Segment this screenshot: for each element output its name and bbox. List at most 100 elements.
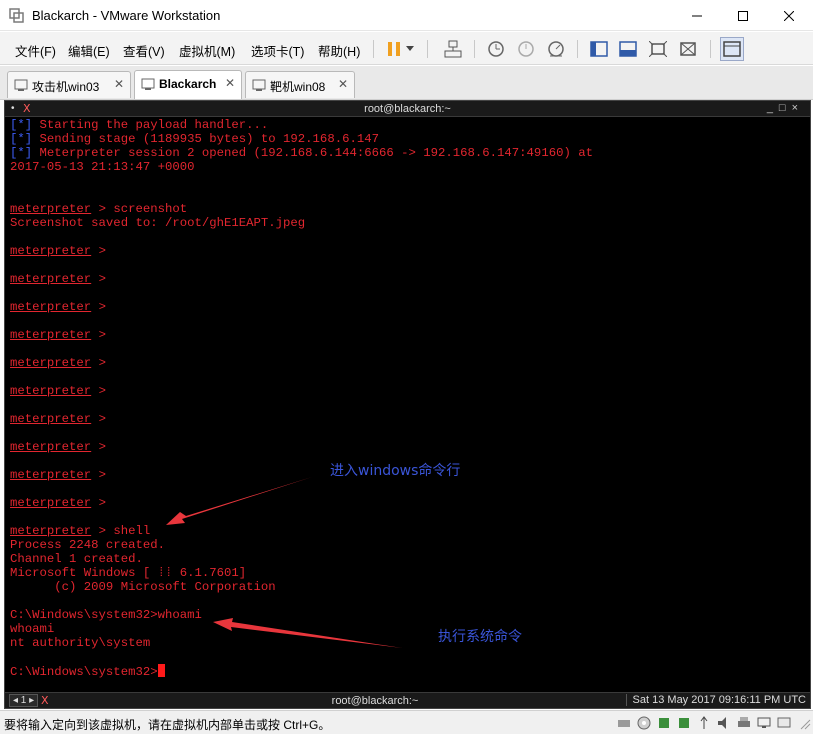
network-adapter-icon[interactable] [657,716,671,730]
show-library-button[interactable] [588,38,610,60]
menu-tabs[interactable]: 选项卡(T) [251,41,304,60]
cd-rom-icon[interactable] [637,716,651,730]
line-text: Sending stage (1189935 bytes) to 192.168… [32,132,379,146]
pause-icon [388,42,400,56]
sound-icon[interactable] [717,716,731,730]
annotation-exec-cmd: 执行系统命令 [438,629,522,645]
terminal-line: meterpreter > shell [10,524,805,538]
line-text: C:\Windows\system32>whoami [10,608,202,622]
meterpreter-prompt: meterpreter [10,468,92,482]
terminal-line: meterpreter > [10,356,805,370]
terminal-line: meterpreter > [10,440,805,454]
status-message: 要将输入定向到该虚拟机，请在虚拟机内部单击或按 Ctrl+G。 [4,718,331,732]
meterpreter-prompt: meterpreter [10,384,92,398]
toolbar-separator [577,40,578,58]
menu-edit[interactable]: 编辑(E) [68,41,110,60]
maximize-button[interactable] [720,0,766,31]
pause-button[interactable] [383,38,405,60]
clock: Sat 13 May 2017 09:16:11 PM UTC [625,694,806,706]
minimize-icon [692,15,702,16]
terminal-line: C:\Windows\system32> [10,664,805,679]
snapshot-button[interactable] [485,38,507,60]
display-icon[interactable] [757,716,771,730]
terminal-title: root@blackarch:~ [364,103,451,115]
minimize-button[interactable] [674,0,720,31]
meterpreter-prompt: meterpreter [10,412,92,426]
line-text: Screenshot saved to: /root/ghE1EAPT.jpeg [10,216,306,230]
thumbnail-bar-button[interactable] [617,38,639,60]
hard-disk-icon[interactable] [617,716,631,730]
power-dropdown-button[interactable] [403,38,417,60]
meterpreter-prompt: meterpreter [10,272,92,286]
menu-view[interactable]: 查看(V) [123,41,165,60]
terminal-output[interactable]: [*] Starting the payload handler... [*] S… [10,118,805,693]
full-screen-button[interactable] [647,38,669,60]
send-ctrl-alt-del-button[interactable] [442,38,464,60]
close-tab-icon[interactable]: ✕ [225,76,235,90]
line-text: Microsoft Windows [ ⁞⁞ 6.1.7601] [10,566,247,580]
sidebar-view-icon [590,41,608,57]
usb-icon[interactable] [697,716,711,730]
network-icon [444,40,462,58]
tab-label: 攻击机win03 [32,80,100,94]
console-view-icon [619,41,637,57]
unity-button[interactable] [677,38,699,60]
meterpreter-prompt: meterpreter [10,244,92,258]
terminal-line: meterpreter > [10,384,805,398]
line-text: whoami [10,622,55,636]
text-cursor [157,664,165,677]
printer-icon[interactable] [737,716,751,730]
vm-console[interactable]: • Ⅹ root@blackarch:~ _□× [*] Starting th… [4,100,811,709]
terminal-window-controls[interactable]: _□× [767,102,804,114]
status-marker: [*] [10,146,33,160]
line-text: 2017-05-13 21:13:47 +0000 [10,160,195,174]
window-title: Blackarch - VMware Workstation [32,8,221,23]
vm-icon [141,78,155,90]
tab-blackarch[interactable]: Blackarch ✕ [134,70,242,99]
terminal-line: Screenshot saved to: /root/ghE1EAPT.jpeg [10,216,805,230]
terminal-line: 2017-05-13 21:13:47 +0000 [10,160,805,174]
command-text: > [91,356,106,370]
terminal-bottom-bar: ◂ 1 ▸ Ⅹ root@blackarch:~ Sat 13 May 2017… [5,692,810,708]
status-marker: [*] [10,132,33,146]
menu-file[interactable]: 文件(F) [15,41,56,60]
terminal-line: Process 2248 created. [10,538,805,552]
fullscreen-icon [649,41,667,57]
terminal-line: meterpreter > [10,328,805,342]
close-tab-icon[interactable]: ✕ [338,77,348,91]
command-text: > [91,496,106,510]
menu-help[interactable]: 帮助(H) [318,41,360,60]
close-button[interactable] [766,0,812,31]
console-view-button[interactable] [720,37,744,61]
toolbar-separator [373,40,374,58]
menu-vm[interactable]: 虚拟机(M) [179,41,235,60]
resize-grip-icon [800,719,811,730]
vmware-app-icon [9,8,24,23]
line-text: nt authority\system [10,636,151,650]
command-text: > screenshot [91,202,188,216]
command-text: > shell [91,524,151,538]
network-adapter-2-icon[interactable] [677,716,691,730]
tab-target-win08[interactable]: 靶机win08 ✕ [245,71,355,98]
menu-bar: 文件(F) 编辑(E) 查看(V) 虚拟机(M) 选项卡(T) 帮助(H) [0,32,813,65]
close-tab-icon[interactable]: ✕ [114,77,124,91]
meterpreter-prompt: meterpreter [10,496,92,510]
revert-snapshot-button[interactable] [515,38,537,60]
terminal-line: Microsoft Windows [ ⁞⁞ 6.1.7601] [10,566,805,580]
message-icon[interactable] [777,716,791,730]
unity-icon [680,42,696,56]
command-text: > [91,412,106,426]
meterpreter-prompt: meterpreter [10,300,92,314]
tab-attacker-win03[interactable]: 攻击机win03 ✕ [7,71,131,98]
snapshot-manager-button[interactable] [545,38,567,60]
maximize-icon [738,10,748,21]
